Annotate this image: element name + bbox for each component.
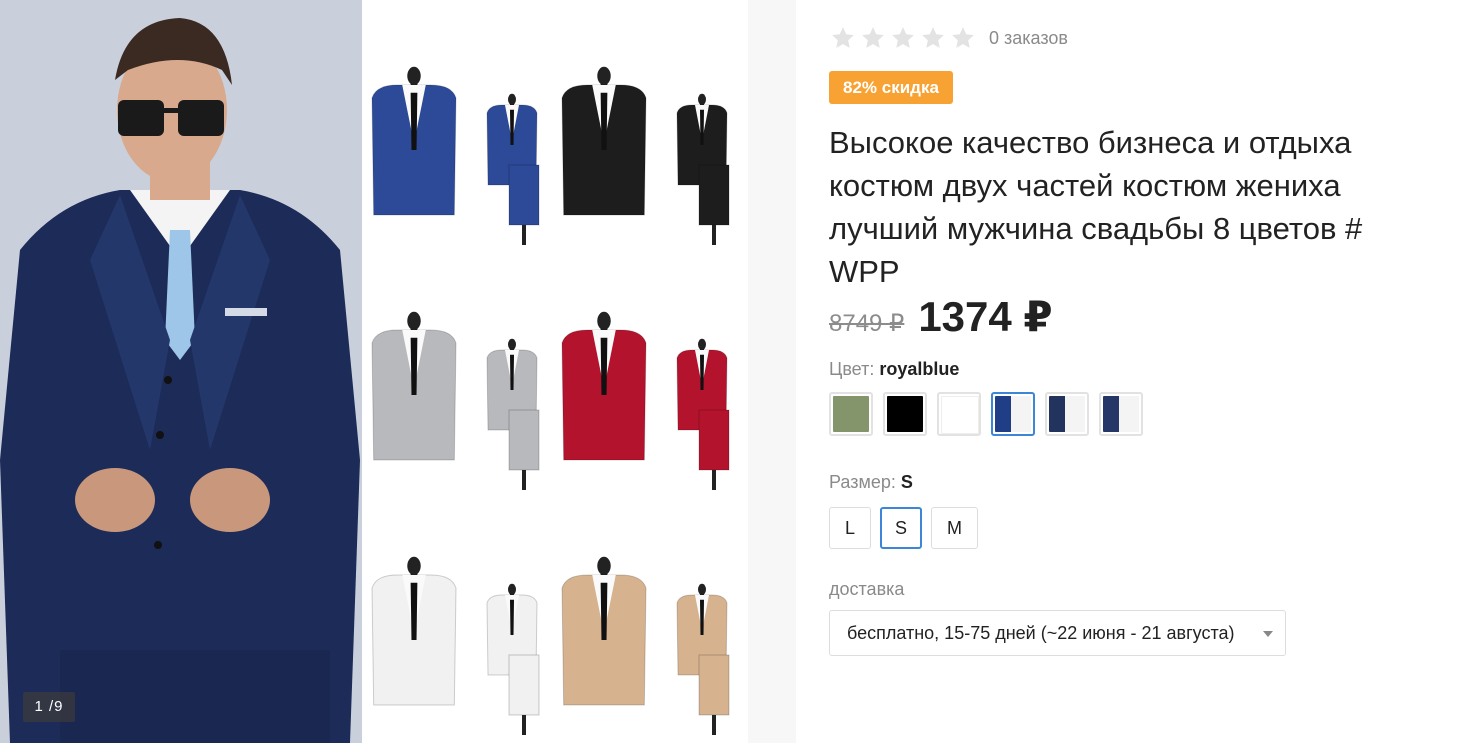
color-swatch-fill — [1049, 396, 1085, 432]
size-option-s[interactable]: S — [880, 507, 922, 549]
suit-jacket-large — [561, 66, 647, 216]
selected-color: royalblue — [879, 359, 960, 379]
color-variants-collage — [371, 66, 730, 735]
star-icon — [892, 27, 914, 48]
current-price: 1374 ₽ — [918, 293, 1053, 340]
selected-size: S — [900, 472, 913, 492]
product-gallery: 1 /9 — [0, 0, 796, 743]
suit-trousers — [698, 164, 730, 245]
suit-trousers — [508, 164, 540, 245]
color-swatch-green[interactable] — [829, 392, 873, 436]
color-swatch-darkblue[interactable] — [1099, 392, 1143, 436]
star-icon — [862, 27, 884, 48]
suit-trousers — [698, 654, 730, 735]
caret-down-icon — [1263, 631, 1273, 637]
size-label-row: Размер: S — [829, 472, 913, 493]
suit-trousers — [698, 409, 730, 490]
size-option-m[interactable]: M — [931, 507, 978, 549]
delivery-select[interactable]: бесплатно, 15-75 дней (~22 июня - 21 авг… — [829, 610, 1286, 656]
product-page: 1 /9 0 заказов 82% скидка Высокое качест… — [0, 0, 1476, 743]
delivery-label: доставка — [829, 579, 905, 599]
size-options: LSM — [829, 507, 978, 549]
price-row: 8749 ₽ 1374 ₽ — [829, 292, 1053, 341]
color-swatch-fill — [941, 396, 979, 434]
color-swatch-fill — [887, 396, 923, 432]
color-label: Цвет: — [829, 359, 875, 379]
suit-trousers — [508, 654, 540, 735]
product-main-image[interactable]: 1 /9 — [0, 0, 748, 743]
suit-jacket-large — [371, 66, 457, 216]
star-icon — [952, 27, 974, 48]
old-price: 8749 ₽ — [829, 310, 905, 337]
orders-count: 0 заказов — [989, 27, 1068, 48]
image-counter: 1 /9 — [23, 692, 75, 722]
suit-jacket-large — [561, 311, 647, 461]
suit-jacket-large — [561, 556, 647, 706]
delivery-value: бесплатно, 15-75 дней (~22 июня - 21 авг… — [847, 623, 1235, 643]
color-swatch-white[interactable] — [937, 392, 981, 436]
color-swatch-royalblue[interactable] — [991, 392, 1035, 436]
color-swatch-fill — [833, 396, 869, 432]
color-swatch-fill — [1103, 396, 1139, 432]
suit-trousers — [508, 409, 540, 490]
suit-jacket-large — [371, 556, 457, 706]
rating-stars — [829, 25, 977, 51]
color-swatches — [829, 392, 1143, 436]
color-swatch-black[interactable] — [883, 392, 927, 436]
color-swatch-fill — [995, 396, 1031, 432]
star-icon — [922, 27, 944, 48]
product-title: Высокое качество бизнеса и отдыха костюм… — [829, 125, 1363, 289]
color-label-row: Цвет: royalblue — [829, 359, 959, 380]
color-swatch-navy[interactable] — [1045, 392, 1089, 436]
star-icon — [832, 27, 854, 48]
size-option-l[interactable]: L — [829, 507, 871, 549]
size-label: Размер: — [829, 472, 896, 492]
discount-badge: 82% скидка — [829, 71, 953, 104]
suit-jacket-large — [371, 311, 457, 461]
rating-row: 0 заказов — [829, 24, 1068, 52]
